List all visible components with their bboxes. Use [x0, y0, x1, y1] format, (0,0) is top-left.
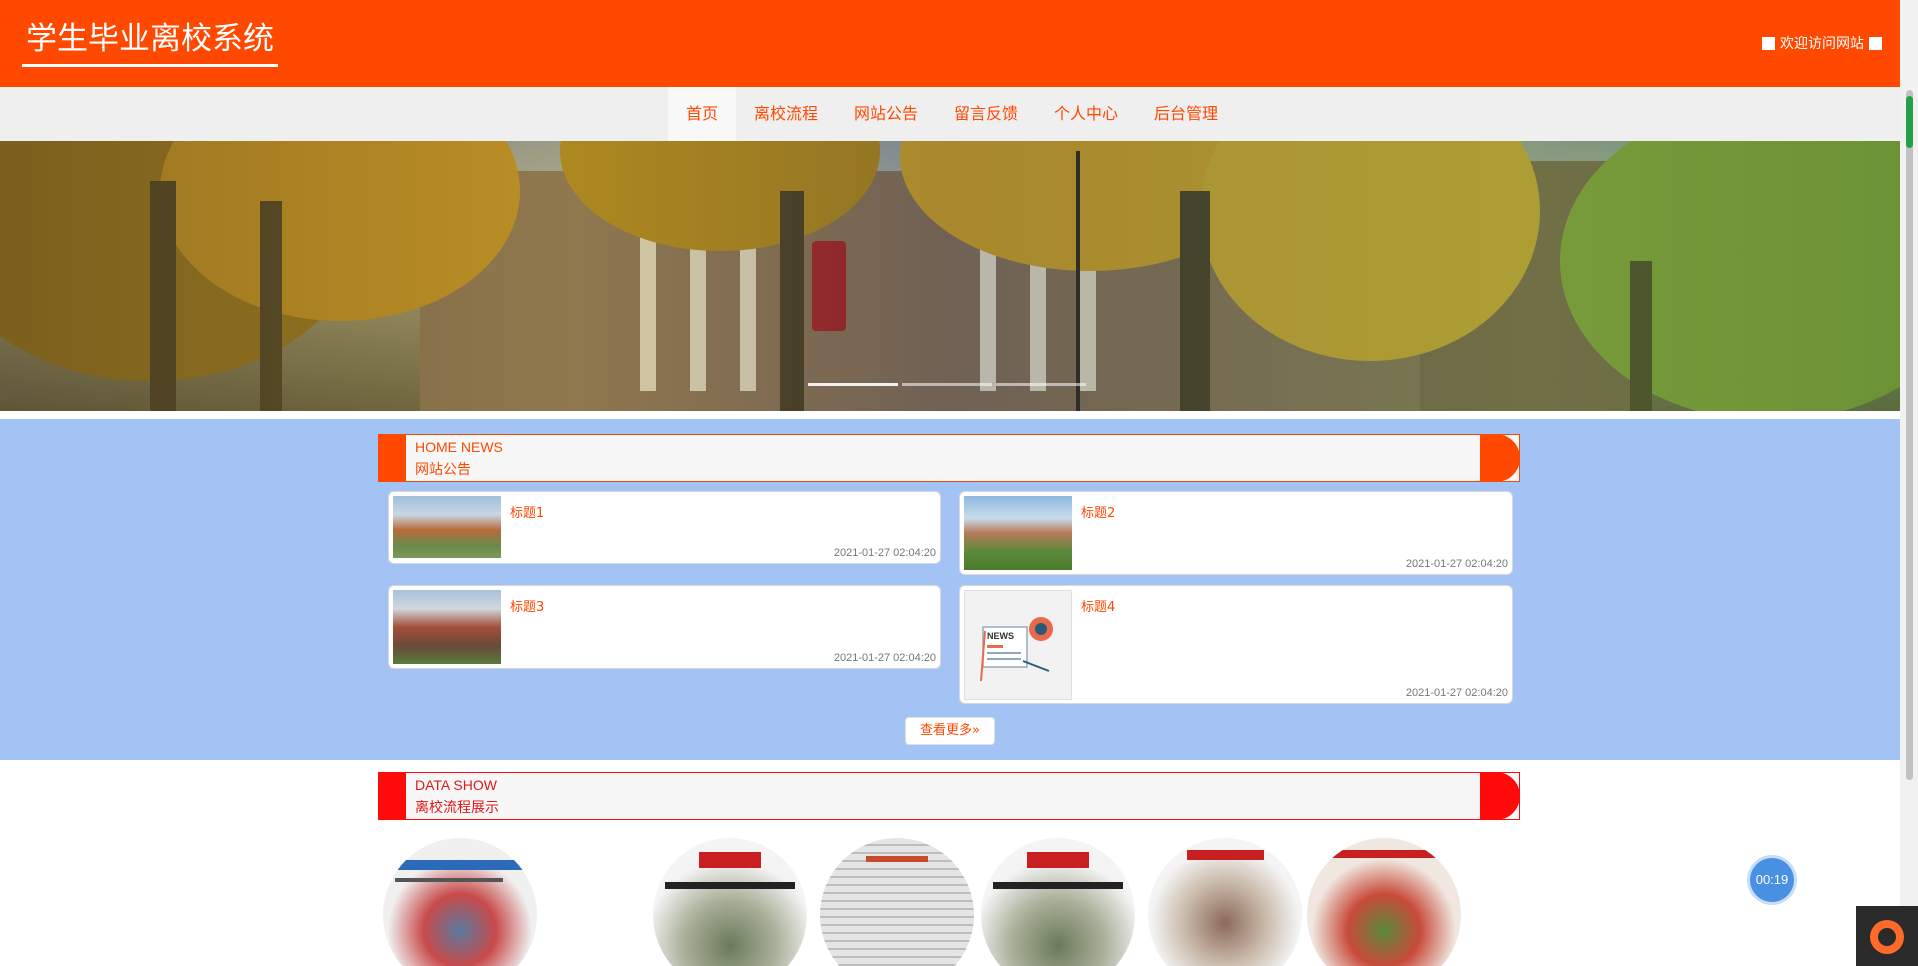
- hero-banner[interactable]: [0, 141, 1900, 411]
- site-title[interactable]: 学生毕业离校系统: [22, 21, 278, 67]
- banner-dot-1[interactable]: [808, 383, 898, 386]
- timer-badge[interactable]: 00:19: [1750, 858, 1794, 902]
- paper-headline: [1330, 850, 1438, 858]
- banner-pagination: [808, 383, 1086, 386]
- scrollbar-marker: [1906, 96, 1913, 148]
- paper-headline: [866, 856, 928, 862]
- nav-item-home[interactable]: 首页: [667, 87, 736, 141]
- newspaper-thumb-2[interactable]: [653, 838, 807, 966]
- banner-dot-3[interactable]: [996, 383, 1086, 386]
- datashow-section-title-en: DATA SHOW: [415, 777, 497, 793]
- datashow-section-title-cn: 离校流程展示: [415, 800, 499, 816]
- square-icon: [1762, 36, 1775, 50]
- header-accent-bar: [378, 434, 406, 482]
- paper-headline: [395, 860, 525, 870]
- news-card[interactable]: NEWS 标题4 2021-01-27 02:04:20: [959, 585, 1513, 704]
- news-card-title[interactable]: 标题2: [1081, 502, 1115, 521]
- banner-overlay: [0, 141, 1900, 411]
- nav-item-personal-center[interactable]: 个人中心: [1036, 87, 1136, 141]
- newspaper-thumb-3[interactable]: [820, 838, 974, 966]
- news-card-date: 2021-01-27 02:04:20: [1405, 687, 1508, 699]
- news-section-title-en: HOME NEWS: [415, 439, 503, 455]
- nav-item-announcements[interactable]: 网站公告: [836, 87, 936, 141]
- news-card-date: 2021-01-27 02:04:20: [833, 652, 936, 664]
- news-card-date: 2021-01-27 02:04:20: [833, 547, 936, 559]
- scrollbar-thumb[interactable]: [1906, 90, 1913, 780]
- news-card[interactable]: 标题3 2021-01-27 02:04:20: [388, 585, 941, 669]
- newspaper-thumb-4[interactable]: [981, 838, 1135, 966]
- assistant-icon: [1870, 920, 1904, 954]
- news-card-title[interactable]: 标题3: [510, 596, 544, 615]
- svg-text:NEWS: NEWS: [987, 631, 1014, 641]
- nav-item-admin[interactable]: 后台管理: [1136, 87, 1236, 141]
- news-icon: NEWS: [964, 590, 1072, 700]
- news-card-date: 2021-01-27 02:04:20: [1405, 558, 1508, 570]
- header-accent-bar: [378, 772, 406, 820]
- news-card-title[interactable]: 标题1: [510, 502, 544, 521]
- top-header: 学生毕业离校系统 欢迎访问网站: [0, 0, 1900, 87]
- news-card[interactable]: 标题2 2021-01-27 02:04:20: [959, 491, 1513, 575]
- paper-headline: [699, 852, 761, 868]
- news-section-header: HOME NEWS 网站公告: [378, 434, 1520, 482]
- header-accent-cap: [1480, 772, 1520, 820]
- newspaper-thumb-6[interactable]: [1307, 838, 1461, 966]
- datashow-section-header: DATA SHOW 离校流程展示: [378, 772, 1520, 820]
- news-card-title[interactable]: 标题4: [1081, 596, 1115, 615]
- nav-item-leave-process[interactable]: 离校流程: [736, 87, 836, 141]
- newspaper-thumb-5[interactable]: [1148, 838, 1302, 966]
- school-building-photo: [393, 496, 501, 558]
- view-more-button[interactable]: 查看更多»: [905, 717, 995, 745]
- news-section-title-cn: 网站公告: [415, 462, 471, 478]
- welcome-bar: 欢迎访问网站: [1762, 33, 1882, 53]
- assistant-widget[interactable]: [1856, 906, 1918, 966]
- banner-dot-2[interactable]: [902, 383, 992, 386]
- paper-headline: [1027, 852, 1089, 868]
- main-nav: 首页 离校流程 网站公告 留言反馈 个人中心 后台管理: [0, 87, 1900, 141]
- paper-line: [993, 882, 1123, 889]
- campus-photo: [964, 496, 1072, 570]
- paper-headline: [1186, 850, 1264, 860]
- newspaper-thumb-1[interactable]: [383, 838, 537, 966]
- news-card[interactable]: 标题1 2021-01-27 02:04:20: [388, 491, 941, 564]
- welcome-text: 欢迎访问网站: [1780, 35, 1864, 51]
- campus-building-photo: [393, 590, 501, 664]
- square-icon: [1869, 36, 1882, 50]
- header-accent-cap: [1480, 434, 1520, 482]
- paper-line: [395, 878, 504, 882]
- page-scrollbar[interactable]: [1900, 0, 1918, 966]
- nav-item-feedback[interactable]: 留言反馈: [936, 87, 1036, 141]
- paper-line: [665, 882, 795, 889]
